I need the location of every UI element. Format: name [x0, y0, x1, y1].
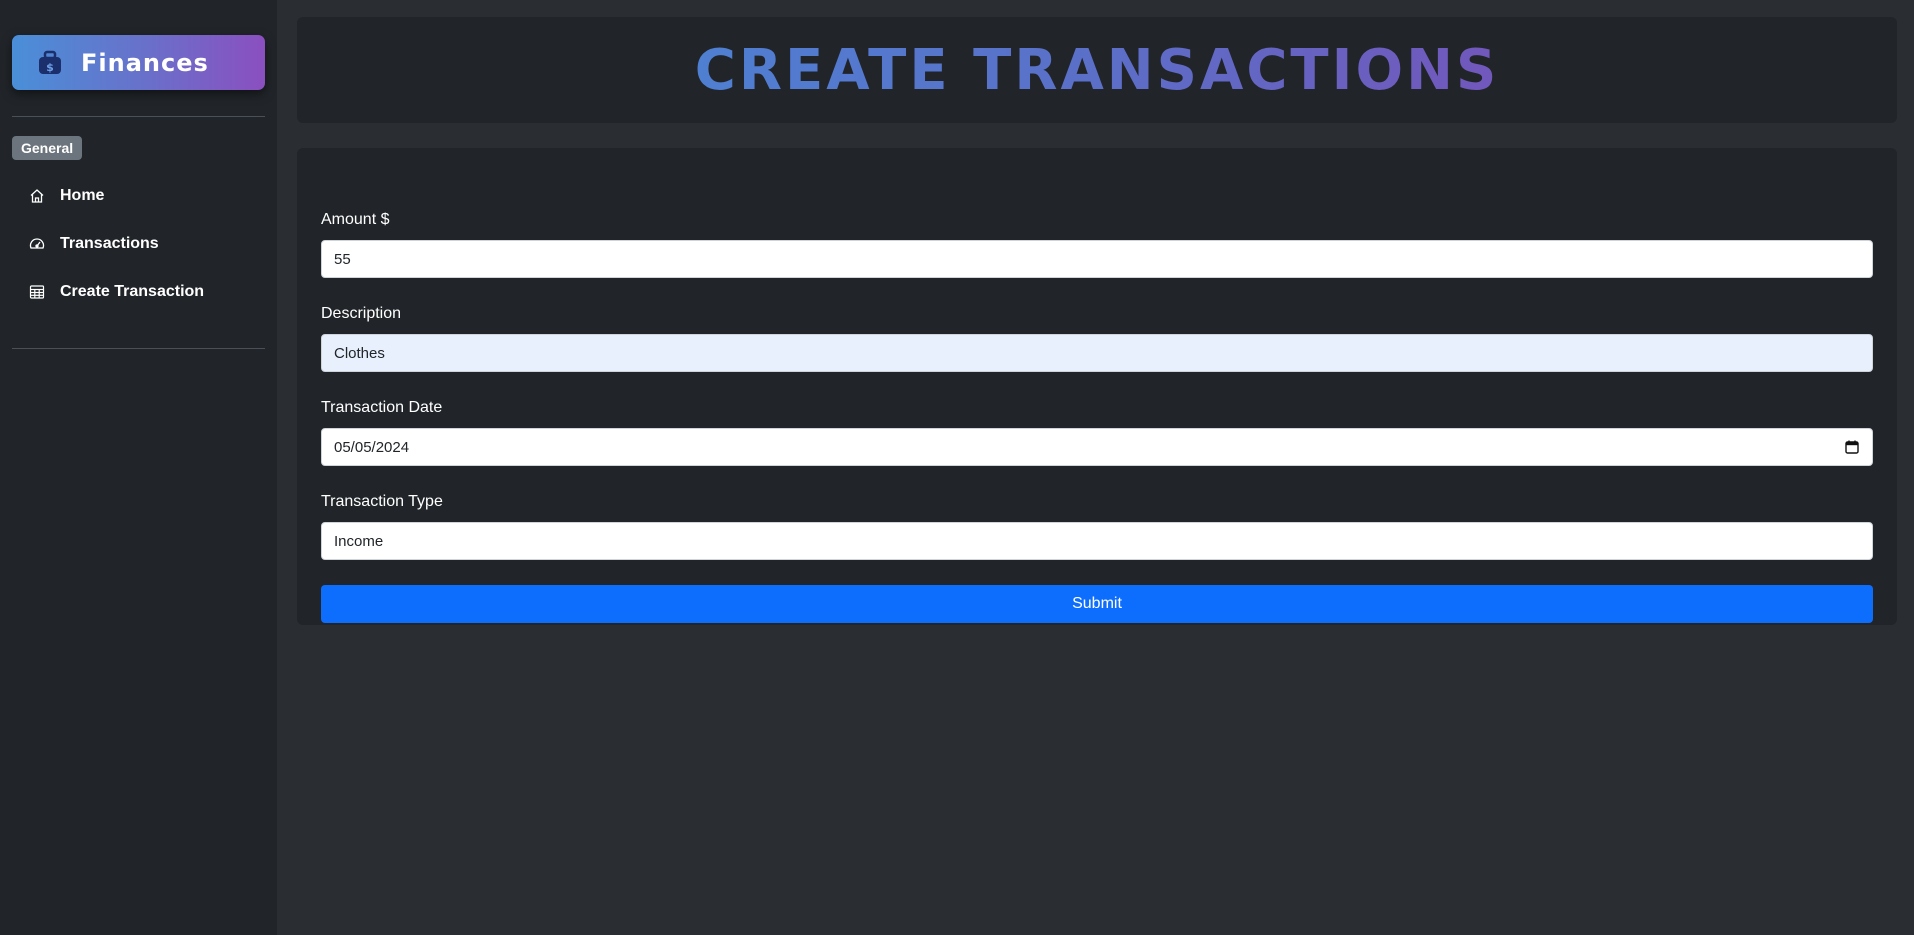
sidebar-item-label: Create Transaction	[60, 283, 205, 300]
transaction-type-input[interactable]: Income	[321, 522, 1873, 560]
page-header: CREATE TRANSACTIONS	[297, 17, 1897, 123]
transaction-type-value: Income	[334, 532, 384, 550]
description-input[interactable]: Clothes	[321, 334, 1873, 372]
sidebar-divider	[12, 116, 265, 117]
sidebar-nav: Home Transactions Create Transaction	[12, 172, 265, 316]
page-title: CREATE TRANSACTIONS	[694, 37, 1500, 103]
amount-label: Amount $	[321, 211, 390, 228]
sidebar-item-create-transaction[interactable]: Create Transaction	[12, 268, 265, 316]
transaction-type-label: Transaction Type	[321, 493, 443, 510]
transaction-date-value: 05/05/2024	[334, 438, 410, 456]
section-badge-general: General	[12, 136, 83, 160]
table-icon	[28, 284, 45, 301]
amount-value: 55	[334, 250, 351, 268]
money-bag-icon: $	[36, 49, 64, 77]
sidebar-item-label: Home	[60, 187, 105, 204]
description-value: Clothes	[334, 344, 385, 362]
sidebar-divider-bottom	[12, 348, 265, 349]
brand-logo[interactable]: $ Finances	[12, 35, 265, 90]
amount-input[interactable]: 55	[321, 240, 1873, 278]
transaction-date-label: Transaction Date	[321, 399, 443, 416]
transaction-date-input[interactable]: 05/05/2024	[321, 428, 1873, 466]
main-content: CREATE TRANSACTIONS Amount $ 55 Descript…	[277, 0, 1914, 935]
sidebar-item-transactions[interactable]: Transactions	[12, 220, 265, 268]
app-root: $ Finances General Home Transactions Cre…	[0, 0, 1914, 935]
svg-text:$: $	[46, 61, 54, 74]
brand-label: Finances	[81, 48, 209, 77]
speedometer-icon	[28, 236, 45, 253]
house-icon	[28, 188, 45, 205]
sidebar-item-label: Transactions	[60, 235, 159, 252]
sidebar-item-home[interactable]: Home	[12, 172, 265, 220]
calendar-icon[interactable]	[1844, 439, 1860, 455]
submit-button[interactable]: Submit	[321, 585, 1873, 623]
description-label: Description	[321, 305, 402, 322]
transaction-form: Amount $ 55 Description Clothes Transact…	[297, 148, 1897, 625]
sidebar: $ Finances General Home Transactions Cre…	[0, 0, 277, 935]
